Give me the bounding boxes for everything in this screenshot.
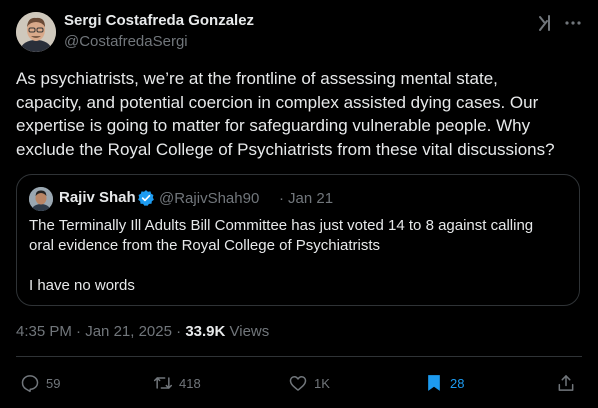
- quoted-author-name: Rajiv Shah: [59, 189, 136, 206]
- tweet-time[interactable]: 4:35 PM: [16, 323, 72, 340]
- views-label: Views: [229, 323, 270, 340]
- author-handle[interactable]: @CostafredaSergi: [64, 33, 188, 50]
- grok-icon[interactable]: [536, 13, 556, 33]
- repost-count: 418: [179, 375, 201, 391]
- tweet-text-line: As psychiatrists, we’re at the frontline…: [16, 69, 498, 88]
- tweet-text-line: expertise is going to matter for safegua…: [16, 116, 531, 135]
- quoted-author-handle: @RajivShah90: [159, 190, 260, 207]
- views-count: 33.9K: [185, 323, 226, 340]
- verified-icon: [137, 189, 155, 207]
- quoted-text-line: oral evidence from the Royal College of …: [29, 237, 380, 254]
- tweet: Sergi Costafreda Gonzalez @CostafredaSer…: [0, 0, 598, 408]
- quoted-tweet[interactable]: Rajiv Shah @RajivShah90 · Jan 21 The Ter…: [16, 174, 580, 306]
- bookmark-icon: [428, 375, 440, 391]
- tweet-text-line: capacity, and potential coercion in comp…: [16, 92, 539, 112]
- repost-button[interactable]: 418: [153, 372, 201, 394]
- quoted-text: The Terminally Ill Adults Bill Committee…: [29, 216, 569, 296]
- tweet-text-line: exclude the Royal College of Psychiatris…: [16, 139, 555, 159]
- share-icon: [558, 375, 574, 391]
- meta-separator: ·: [76, 323, 82, 340]
- like-icon: [289, 376, 307, 391]
- author-avatar[interactable]: [16, 12, 56, 52]
- like-button[interactable]: 1K: [288, 372, 330, 394]
- quoted-separator: ·: [279, 190, 284, 207]
- meta-separator: ·: [176, 323, 182, 340]
- reply-count: 59: [46, 375, 61, 391]
- bookmark-button[interactable]: 28: [424, 372, 464, 394]
- more-icon[interactable]: [563, 13, 583, 33]
- bookmark-count: 28: [450, 375, 465, 391]
- divider: [16, 356, 582, 357]
- repost-icon: [153, 377, 173, 389]
- quoted-author-avatar: [29, 187, 53, 211]
- quoted-text-line: I have no words: [29, 277, 135, 294]
- reply-icon: [21, 375, 39, 393]
- tweet-text: As psychiatrists, we’re at the frontline…: [16, 67, 582, 161]
- author-name[interactable]: Sergi Costafreda Gonzalez: [64, 12, 254, 29]
- quoted-date: Jan 21: [288, 190, 334, 207]
- share-button[interactable]: [556, 372, 576, 394]
- like-count: 1K: [314, 375, 330, 391]
- tweet-date[interactable]: Jan 21, 2025: [85, 323, 172, 340]
- tweet-meta: 4:35 PM · Jan 21, 2025 · 33.9K Views: [16, 323, 269, 340]
- quoted-text-line: The Terminally Ill Adults Bill Committee…: [29, 217, 534, 234]
- reply-button[interactable]: 59: [20, 372, 60, 394]
